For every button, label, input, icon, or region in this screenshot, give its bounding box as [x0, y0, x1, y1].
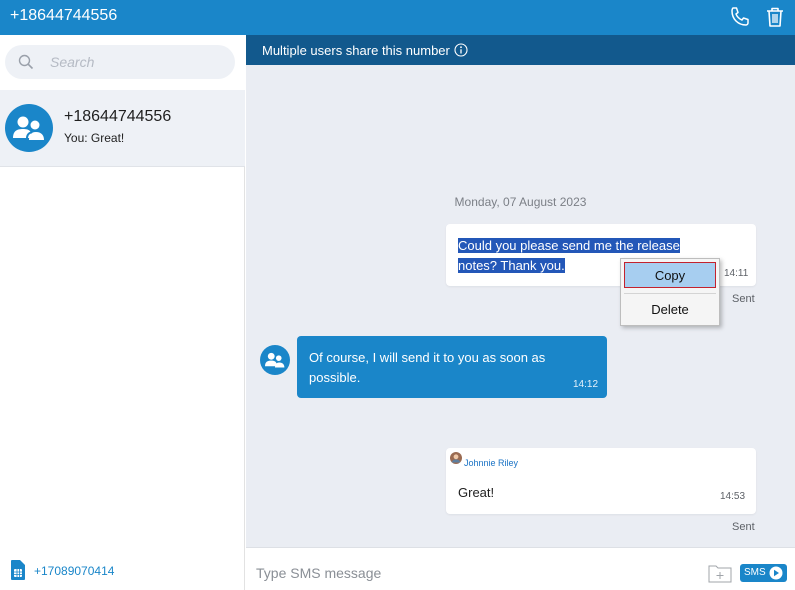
conversation-preview: You: Great! [64, 131, 125, 145]
search-input[interactable]: Search [5, 45, 235, 79]
own-number: +17089070414 [34, 564, 115, 578]
trash-icon[interactable] [763, 5, 787, 29]
send-arrow-icon [769, 566, 783, 580]
message-composer: Type SMS message SMS [246, 547, 795, 590]
phone-icon[interactable] [728, 5, 752, 29]
selected-text-line: notes? Thank you. [458, 258, 565, 273]
top-bar: +18644744556 [0, 0, 795, 35]
group-avatar-icon [5, 104, 53, 157]
message-text: Great! [458, 485, 495, 500]
shared-number-banner: Multiple users share this number [246, 35, 795, 65]
selected-text-line: Could you please send me the release [458, 238, 680, 253]
banner-text: Multiple users share this number [262, 43, 450, 58]
message-bubble-outgoing[interactable]: Johnnie Riley Great! 14:53 [446, 448, 756, 514]
message-time: 14:11 [724, 268, 749, 279]
message-status: Sent [732, 293, 755, 305]
message-text-line: possible. [309, 370, 361, 385]
conversation-name: +18644744556 [64, 108, 172, 125]
send-sms-button[interactable]: SMS [740, 564, 787, 582]
message-bubble-incoming[interactable]: Of course, I will send it to you as soon… [297, 336, 607, 398]
sim-card-icon [11, 560, 25, 580]
sms-message-input[interactable]: Type SMS message [256, 565, 381, 581]
author-name: Johnnie Riley [464, 458, 519, 468]
search-placeholder: Search [50, 54, 95, 70]
context-menu: Copy Delete [620, 258, 720, 326]
message-text-line: Of course, I will send it to you as soon… [309, 350, 546, 365]
sender-avatar-icon [260, 345, 290, 380]
own-number-footer[interactable]: +17089070414 [0, 555, 245, 590]
message-status: Sent [732, 521, 755, 533]
search-area: Search [0, 35, 245, 90]
send-label: SMS [744, 567, 766, 578]
sidebar: Search +18644744556 You: Great! +1708907… [0, 35, 245, 590]
conversation-title: +18644744556 [10, 7, 118, 24]
message-time: 14:12 [573, 379, 599, 390]
menu-item-delete[interactable]: Delete [624, 297, 716, 323]
menu-separator [624, 293, 716, 294]
author-avatar [450, 452, 462, 464]
menu-item-copy[interactable]: Copy [624, 262, 716, 288]
search-icon [18, 54, 34, 70]
info-icon[interactable] [454, 43, 468, 57]
attach-file-icon[interactable] [708, 563, 732, 588]
conversation-item[interactable]: +18644744556 You: Great! [0, 90, 245, 167]
chat-area: Multiple users share this number Monday,… [246, 35, 795, 547]
message-text: Of course, I will send it to you as soon… [309, 348, 545, 388]
message-time: 14:53 [720, 491, 746, 502]
date-separator: Monday, 07 August 2023 [454, 195, 587, 209]
